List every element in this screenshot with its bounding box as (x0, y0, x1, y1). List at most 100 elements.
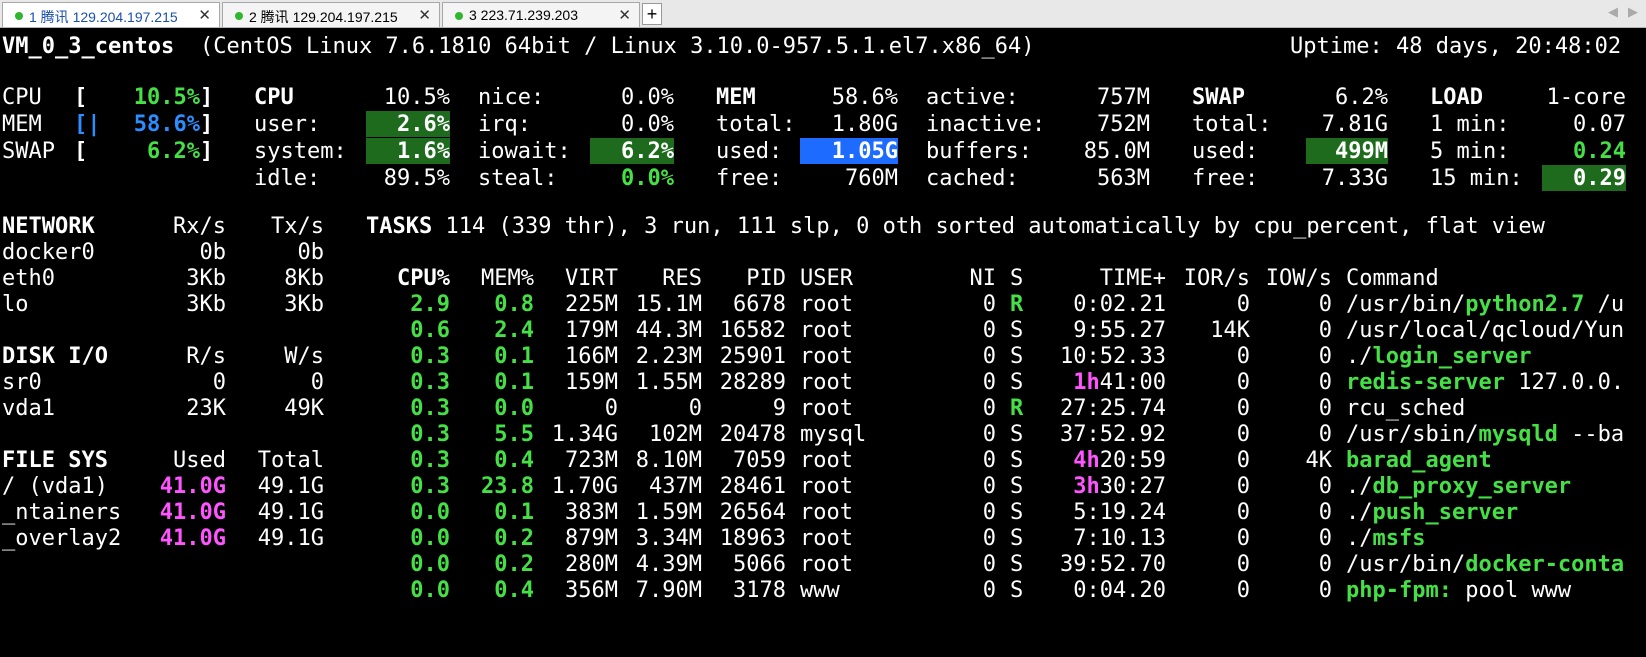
process-command-part: rcu_sched (1346, 396, 1466, 421)
close-icon[interactable]: ✕ (198, 6, 211, 24)
process-user: root (800, 552, 853, 577)
col-pid-header[interactable]: PID (704, 265, 786, 292)
col-virt-header[interactable]: VIRT (540, 265, 618, 292)
col-s-header[interactable]: S (1010, 265, 1023, 292)
process-time-rest: 39:52.70 (1060, 552, 1166, 577)
process-virt: 356M (565, 578, 618, 603)
col-iow-header[interactable]: IOW/s (1252, 265, 1332, 292)
process-pid: 9 (772, 396, 786, 421)
process-time: 39:52.70 (1040, 551, 1166, 578)
process-mem: 0.1 (494, 344, 534, 369)
tasks-text: 114 (339 thr), 3 run, 111 slp, 0 oth sor… (432, 214, 1545, 239)
network-rx-value: 0b (199, 240, 227, 265)
process-command-part: push_server (1372, 500, 1519, 525)
process-nice: 0 (982, 552, 996, 577)
network-tx-value: 3Kb (284, 292, 324, 317)
process-command-part: pool www (1451, 578, 1572, 603)
load-15min-value: 0.29 (1573, 166, 1626, 191)
process-time-rest: 0:04.20 (1073, 578, 1166, 603)
process-state: S (1010, 578, 1024, 603)
process-time: 10:52.33 (1040, 343, 1166, 370)
process-io-read: 0 (1236, 292, 1250, 317)
quicklook-mem-bar: [| (74, 112, 101, 137)
process-time-rest: 30:27 (1099, 474, 1166, 499)
process-io-read: 0 (1236, 526, 1250, 551)
fs-title: FILE SYS (2, 448, 108, 473)
col-ni-header[interactable]: NI (946, 265, 997, 292)
col-command-header[interactable]: Command (1346, 265, 1439, 292)
cpu-steal-label: steal: (478, 166, 558, 191)
close-icon[interactable]: ✕ (618, 6, 631, 24)
process-virt: 1.34G (551, 422, 618, 447)
tab-session-1[interactable]: 1 腾讯 129.204.197.215 ✕ (2, 2, 220, 27)
process-command: ./db_proxy_server (1346, 473, 1571, 500)
process-cpu: 0.0 (410, 526, 450, 551)
col-user-header[interactable]: USER (800, 265, 853, 292)
process-io-write: 0 (1318, 500, 1332, 525)
process-cpu: 0.3 (410, 422, 450, 447)
process-command-part: python2.7 (1465, 292, 1585, 317)
process-command-part: 127.0.0. (1504, 370, 1625, 395)
col-res-header[interactable]: RES (620, 265, 702, 292)
mem-inactive-label: inactive: (926, 112, 1046, 137)
process-time-rest: 9:55.27 (1073, 318, 1166, 343)
quicklook-swap-label: SWAP (2, 139, 55, 164)
tab-session-2[interactable]: 2 腾讯 129.204.197.215 ✕ (222, 2, 440, 27)
process-user: root (800, 370, 853, 395)
process-mem: 0.2 (494, 526, 534, 551)
cpu-nice-value: 0.0% (621, 85, 674, 110)
process-time-rest: 41:00 (1099, 370, 1166, 395)
process-time: 9:55.27 (1040, 317, 1166, 344)
process-nice: 0 (982, 500, 996, 525)
process-res: 15.1M (635, 292, 702, 317)
col-ior-header[interactable]: IOR/s (1170, 265, 1250, 292)
close-icon[interactable]: ✕ (418, 6, 431, 24)
mem-free-label: free: (716, 166, 783, 191)
process-cpu: 0.0 (410, 500, 450, 525)
process-time-rest: 5:19.24 (1073, 500, 1166, 525)
process-io-write: 0 (1318, 370, 1332, 395)
process-virt: 159M (565, 370, 618, 395)
process-time: 0:02.21 (1040, 291, 1166, 318)
fs-used-value: 41.0G (159, 474, 226, 499)
quicklook-bar-end: ] (200, 112, 214, 137)
cpu-title: CPU (254, 85, 294, 110)
tab-session-3[interactable]: 3 223.71.239.203 ✕ (442, 2, 640, 27)
load-15min-label: 15 min: (1430, 166, 1523, 191)
process-mem: 0.4 (494, 578, 534, 603)
process-command-part: ./ (1346, 344, 1373, 369)
process-user: www (800, 578, 840, 603)
scroll-left-icon[interactable]: ◀ (1608, 4, 1618, 20)
network-tx-value: 8Kb (284, 266, 324, 291)
process-time: 37:52.92 (1040, 421, 1166, 448)
disk-write-header: W/s (284, 344, 324, 369)
process-io-write: 0 (1318, 344, 1332, 369)
process-command: ./push_server (1346, 499, 1518, 526)
process-state: S (1010, 344, 1024, 369)
process-cpu: 0.3 (410, 474, 450, 499)
network-rx-header: Rx/s (173, 214, 226, 239)
cpu-total: 10.5% (383, 85, 450, 110)
process-command-part: /usr/bin/ (1346, 552, 1466, 577)
terminal-screen[interactable]: VM_0_3_centos (CentOS Linux 7.6.1810 64b… (0, 28, 1646, 657)
fs-used-header: Used (173, 448, 226, 473)
status-dot-icon (455, 12, 463, 20)
process-command: /usr/bin/python2.7 /u (1346, 291, 1624, 318)
process-nice: 0 (982, 422, 996, 447)
process-mem: 2.4 (494, 318, 534, 343)
process-time: 4h20:59 (1040, 447, 1166, 474)
scroll-right-icon[interactable]: ▶ (1628, 4, 1638, 20)
mem-inactive-value: 752M (1097, 112, 1150, 137)
disk-name: sr0 (2, 370, 42, 395)
process-mem: 0.0 (494, 396, 534, 421)
process-command-part: barad_agent (1346, 448, 1492, 473)
process-command: /usr/local/qcloud/Yun (1346, 317, 1624, 344)
process-pid: 18963 (719, 526, 786, 551)
quicklook-bar-end: ] (200, 139, 214, 164)
tab-bar: 1 腾讯 129.204.197.215 ✕ 2 腾讯 129.204.197.… (0, 0, 1646, 28)
new-tab-button[interactable]: + (642, 3, 662, 25)
col-time-header[interactable]: TIME+ (1040, 265, 1166, 292)
col-cpu-header[interactable]: CPU% (380, 265, 450, 292)
col-mem-header[interactable]: MEM% (460, 265, 534, 292)
load-5min-value: 0.24 (1573, 139, 1626, 164)
